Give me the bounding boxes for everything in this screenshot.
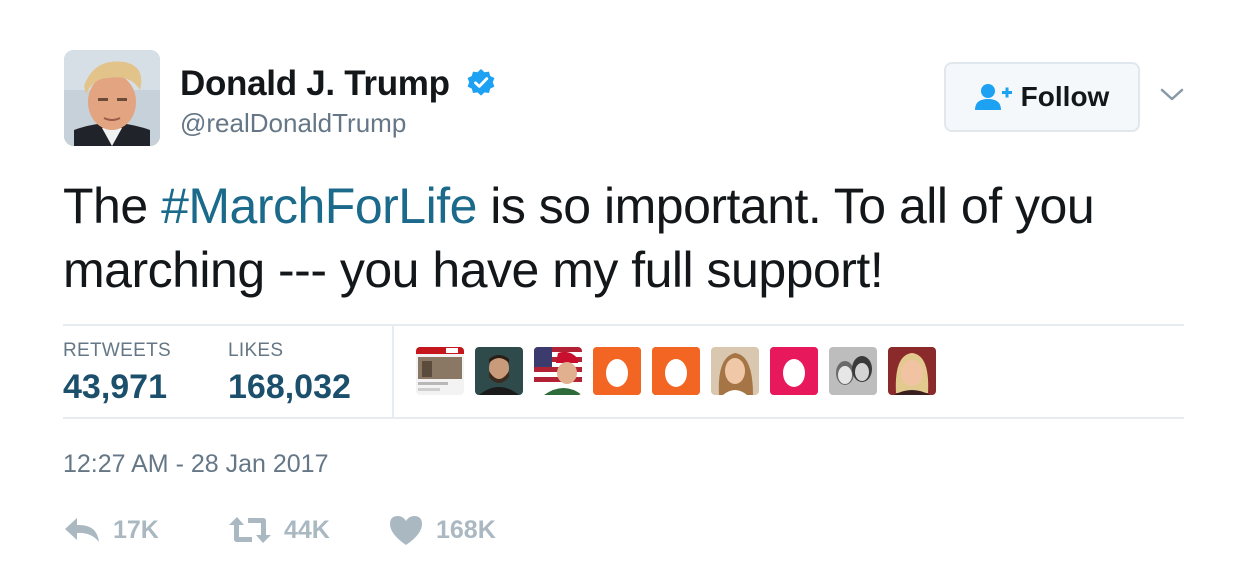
hashtag-link[interactable]: #MarchForLife xyxy=(161,178,477,234)
reply-count: 17K xyxy=(113,515,159,544)
verified-badge-icon xyxy=(467,69,495,96)
retweet-icon xyxy=(229,517,271,543)
tweet-text-start: The xyxy=(63,178,162,234)
tweet-timestamp[interactable]: 12:27 AM - 28 Jan 2017 xyxy=(63,450,328,479)
add-user-icon xyxy=(974,84,1012,110)
follow-button[interactable]: Follow xyxy=(944,62,1140,132)
likes-stat[interactable]: LIKES 168,032 xyxy=(228,340,351,407)
liker-avatar[interactable] xyxy=(534,347,582,395)
likes-count: 168,032 xyxy=(228,368,351,406)
retweets-count: 43,971 xyxy=(63,368,167,406)
stats-divider xyxy=(392,325,394,418)
author-handle[interactable]: @realDonaldTrump xyxy=(180,108,406,139)
like-button[interactable]: 168K xyxy=(388,512,496,548)
like-count: 168K xyxy=(436,515,496,544)
reply-button[interactable]: 17K xyxy=(63,512,159,548)
liker-avatar[interactable] xyxy=(475,347,523,395)
author-name[interactable]: Donald J. Trump xyxy=(180,64,450,104)
default-egg-avatar[interactable] xyxy=(770,347,818,395)
retweets-stat[interactable]: RETWEETS 43,971 xyxy=(63,340,171,407)
reply-icon xyxy=(65,518,99,542)
default-egg-avatar[interactable] xyxy=(593,347,641,395)
avatar[interactable] xyxy=(64,50,160,146)
likes-label: LIKES xyxy=(228,340,284,361)
liker-avatar[interactable] xyxy=(888,347,936,395)
retweet-count: 44K xyxy=(284,515,330,544)
heart-icon xyxy=(390,516,422,545)
liker-avatar[interactable] xyxy=(416,347,464,395)
tweet-text: The #MarchForLife is so important. To al… xyxy=(63,174,1183,302)
liker-avatar[interactable] xyxy=(711,347,759,395)
divider xyxy=(63,324,1184,326)
follow-button-label: Follow xyxy=(1020,81,1110,112)
default-egg-avatar[interactable] xyxy=(652,347,700,395)
liker-avatar[interactable] xyxy=(829,347,877,395)
divider xyxy=(63,417,1184,419)
chevron-down-icon[interactable] xyxy=(1158,84,1186,104)
retweets-label: RETWEETS xyxy=(63,340,171,361)
retweet-button[interactable]: 44K xyxy=(228,512,330,548)
